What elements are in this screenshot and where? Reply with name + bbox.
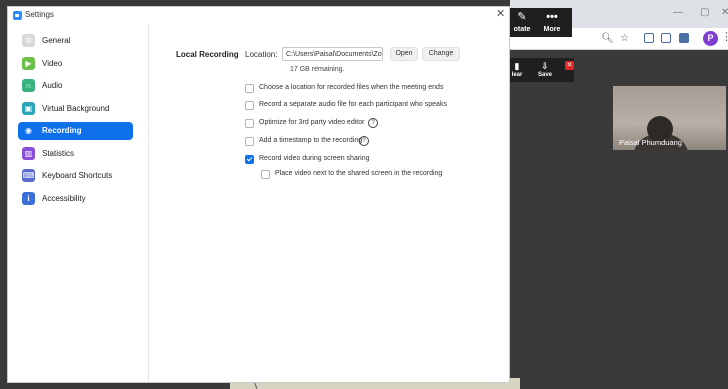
browser-close-icon[interactable]: ✕ xyxy=(721,6,728,20)
option-label: Optimize for 3rd party video editor xyxy=(259,119,365,126)
save-label: Save xyxy=(537,72,552,78)
settings-window: Settings ✕ ⚙ General ▶ Video ∩ Audio ▣ V… xyxy=(7,6,510,383)
ellipsis-icon: ••• xyxy=(546,11,558,23)
statistics-icon: ▥ xyxy=(22,147,35,160)
participant-name: Paisal Phumduang xyxy=(619,138,682,147)
zoom-app-icon xyxy=(13,11,22,20)
option-choose-location[interactable]: Choose a location for recorded files whe… xyxy=(245,83,505,95)
zoom-page-icon[interactable]: 🔍︎ xyxy=(601,32,614,45)
trash-icon: ▮ xyxy=(514,61,520,71)
checkbox[interactable] xyxy=(245,119,254,128)
sidebar-item-label: Statistics xyxy=(42,149,75,158)
sidebar-item-accessibility[interactable]: i Accessibility xyxy=(18,190,133,208)
option-label: Place video next to the shared screen in… xyxy=(275,170,443,177)
headphones-icon: ∩ xyxy=(22,79,35,92)
sidebar-item-label: Virtual Background xyxy=(42,104,110,113)
option-label: Record a separate audio file for each pa… xyxy=(259,101,447,108)
option-label: Choose a location for recorded files whe… xyxy=(259,84,444,91)
bookmark-star-icon[interactable]: ☆ xyxy=(618,32,631,45)
sidebar-item-recording[interactable]: ◉ Recording xyxy=(18,122,133,140)
section-title: Local Recording xyxy=(176,50,239,59)
participant-video[interactable]: Paisal Phumduang xyxy=(613,86,726,150)
minimize-icon[interactable]: — xyxy=(673,6,683,20)
extension-icon[interactable] xyxy=(644,33,654,43)
browser-menu-icon[interactable]: ⋮ xyxy=(721,30,728,43)
option-place-video-next[interactable]: Place video next to the shared screen in… xyxy=(261,169,501,181)
sidebar-item-statistics[interactable]: ▥ Statistics xyxy=(18,145,133,163)
rotate-button[interactable]: ✎ otate xyxy=(510,8,534,37)
rotate-label: otate xyxy=(513,26,531,33)
sidebar-item-label: Recording xyxy=(42,126,82,135)
clear-button[interactable]: ▮ lear xyxy=(510,60,524,78)
option-record-screen-sharing[interactable]: Record video during screen sharing xyxy=(245,154,445,166)
save-icon: ⇩ xyxy=(541,61,549,71)
zoom-annotation-toolbar: ✎ otate ••• More xyxy=(510,8,572,37)
checkbox[interactable] xyxy=(245,101,254,110)
sidebar-item-virtual-background[interactable]: ▣ Virtual Background xyxy=(18,100,133,118)
recording-settings-panel: Local Recording Location: C:\Users\Paisa… xyxy=(149,24,509,382)
change-button[interactable]: Change xyxy=(422,47,460,61)
sidebar-item-label: Accessibility xyxy=(42,194,86,203)
sidebar-item-keyboard-shortcuts[interactable]: ⌨ Keyboard Shortcuts xyxy=(18,167,133,185)
sidebar-item-audio[interactable]: ∩ Audio xyxy=(18,77,133,95)
help-icon[interactable]: ? xyxy=(359,136,369,146)
checkbox-checked[interactable] xyxy=(245,155,254,164)
option-label: Add a timestamp to the recording xyxy=(259,137,363,144)
sidebar-item-label: Keyboard Shortcuts xyxy=(42,171,113,180)
keyboard-icon: ⌨ xyxy=(22,169,35,182)
open-button[interactable]: Open xyxy=(390,47,418,61)
reading-list-icon[interactable] xyxy=(661,33,671,43)
sidebar-item-video[interactable]: ▶ Video xyxy=(18,55,133,73)
virtual-background-icon: ▣ xyxy=(22,102,35,115)
location-label: Location: xyxy=(245,50,278,59)
checkbox[interactable] xyxy=(245,137,254,146)
sidebar-item-label: Video xyxy=(42,59,63,68)
option-add-timestamp[interactable]: Add a timestamp to the recording ? xyxy=(245,136,375,148)
option-optimize-editor[interactable]: Optimize for 3rd party video editor ? xyxy=(245,118,385,130)
gear-icon: ⚙ xyxy=(22,34,35,47)
checkbox[interactable] xyxy=(245,84,254,93)
rotate-icon: ✎ xyxy=(517,11,527,23)
video-camera-icon: ▶ xyxy=(22,57,35,70)
settings-sidebar: ⚙ General ▶ Video ∩ Audio ▣ Virtual Back… xyxy=(8,24,149,382)
window-title: Settings xyxy=(25,10,54,19)
sidebar-item-label: General xyxy=(42,36,71,45)
profile-avatar[interactable]: P xyxy=(703,31,718,46)
sidebar-item-label: Audio xyxy=(42,81,63,90)
recording-icon: ◉ xyxy=(25,126,32,135)
clear-label: lear xyxy=(511,72,523,78)
option-label: Record video during screen sharing xyxy=(259,155,370,162)
sidebar-item-general[interactable]: ⚙ General xyxy=(18,32,133,50)
more-label: More xyxy=(543,26,561,33)
annotate-close-icon[interactable]: ✕ xyxy=(565,61,574,70)
help-icon[interactable]: ? xyxy=(368,118,378,128)
maximize-icon[interactable]: ▢ xyxy=(700,6,709,20)
checkbox[interactable] xyxy=(261,170,270,179)
location-path-field[interactable]: C:\Users\Paisal\Documents\Zoom xyxy=(282,47,383,61)
cast-icon[interactable] xyxy=(679,33,689,43)
close-icon[interactable]: ✕ xyxy=(496,8,505,21)
storage-remaining: 17 GB remaining. xyxy=(290,66,345,73)
option-separate-audio[interactable]: Record a separate audio file for each pa… xyxy=(245,100,505,112)
accessibility-icon: i xyxy=(22,192,35,205)
titlebar: Settings ✕ xyxy=(8,7,509,24)
save-button[interactable]: ⇩ Save xyxy=(537,60,553,78)
more-button[interactable]: ••• More xyxy=(537,8,567,37)
